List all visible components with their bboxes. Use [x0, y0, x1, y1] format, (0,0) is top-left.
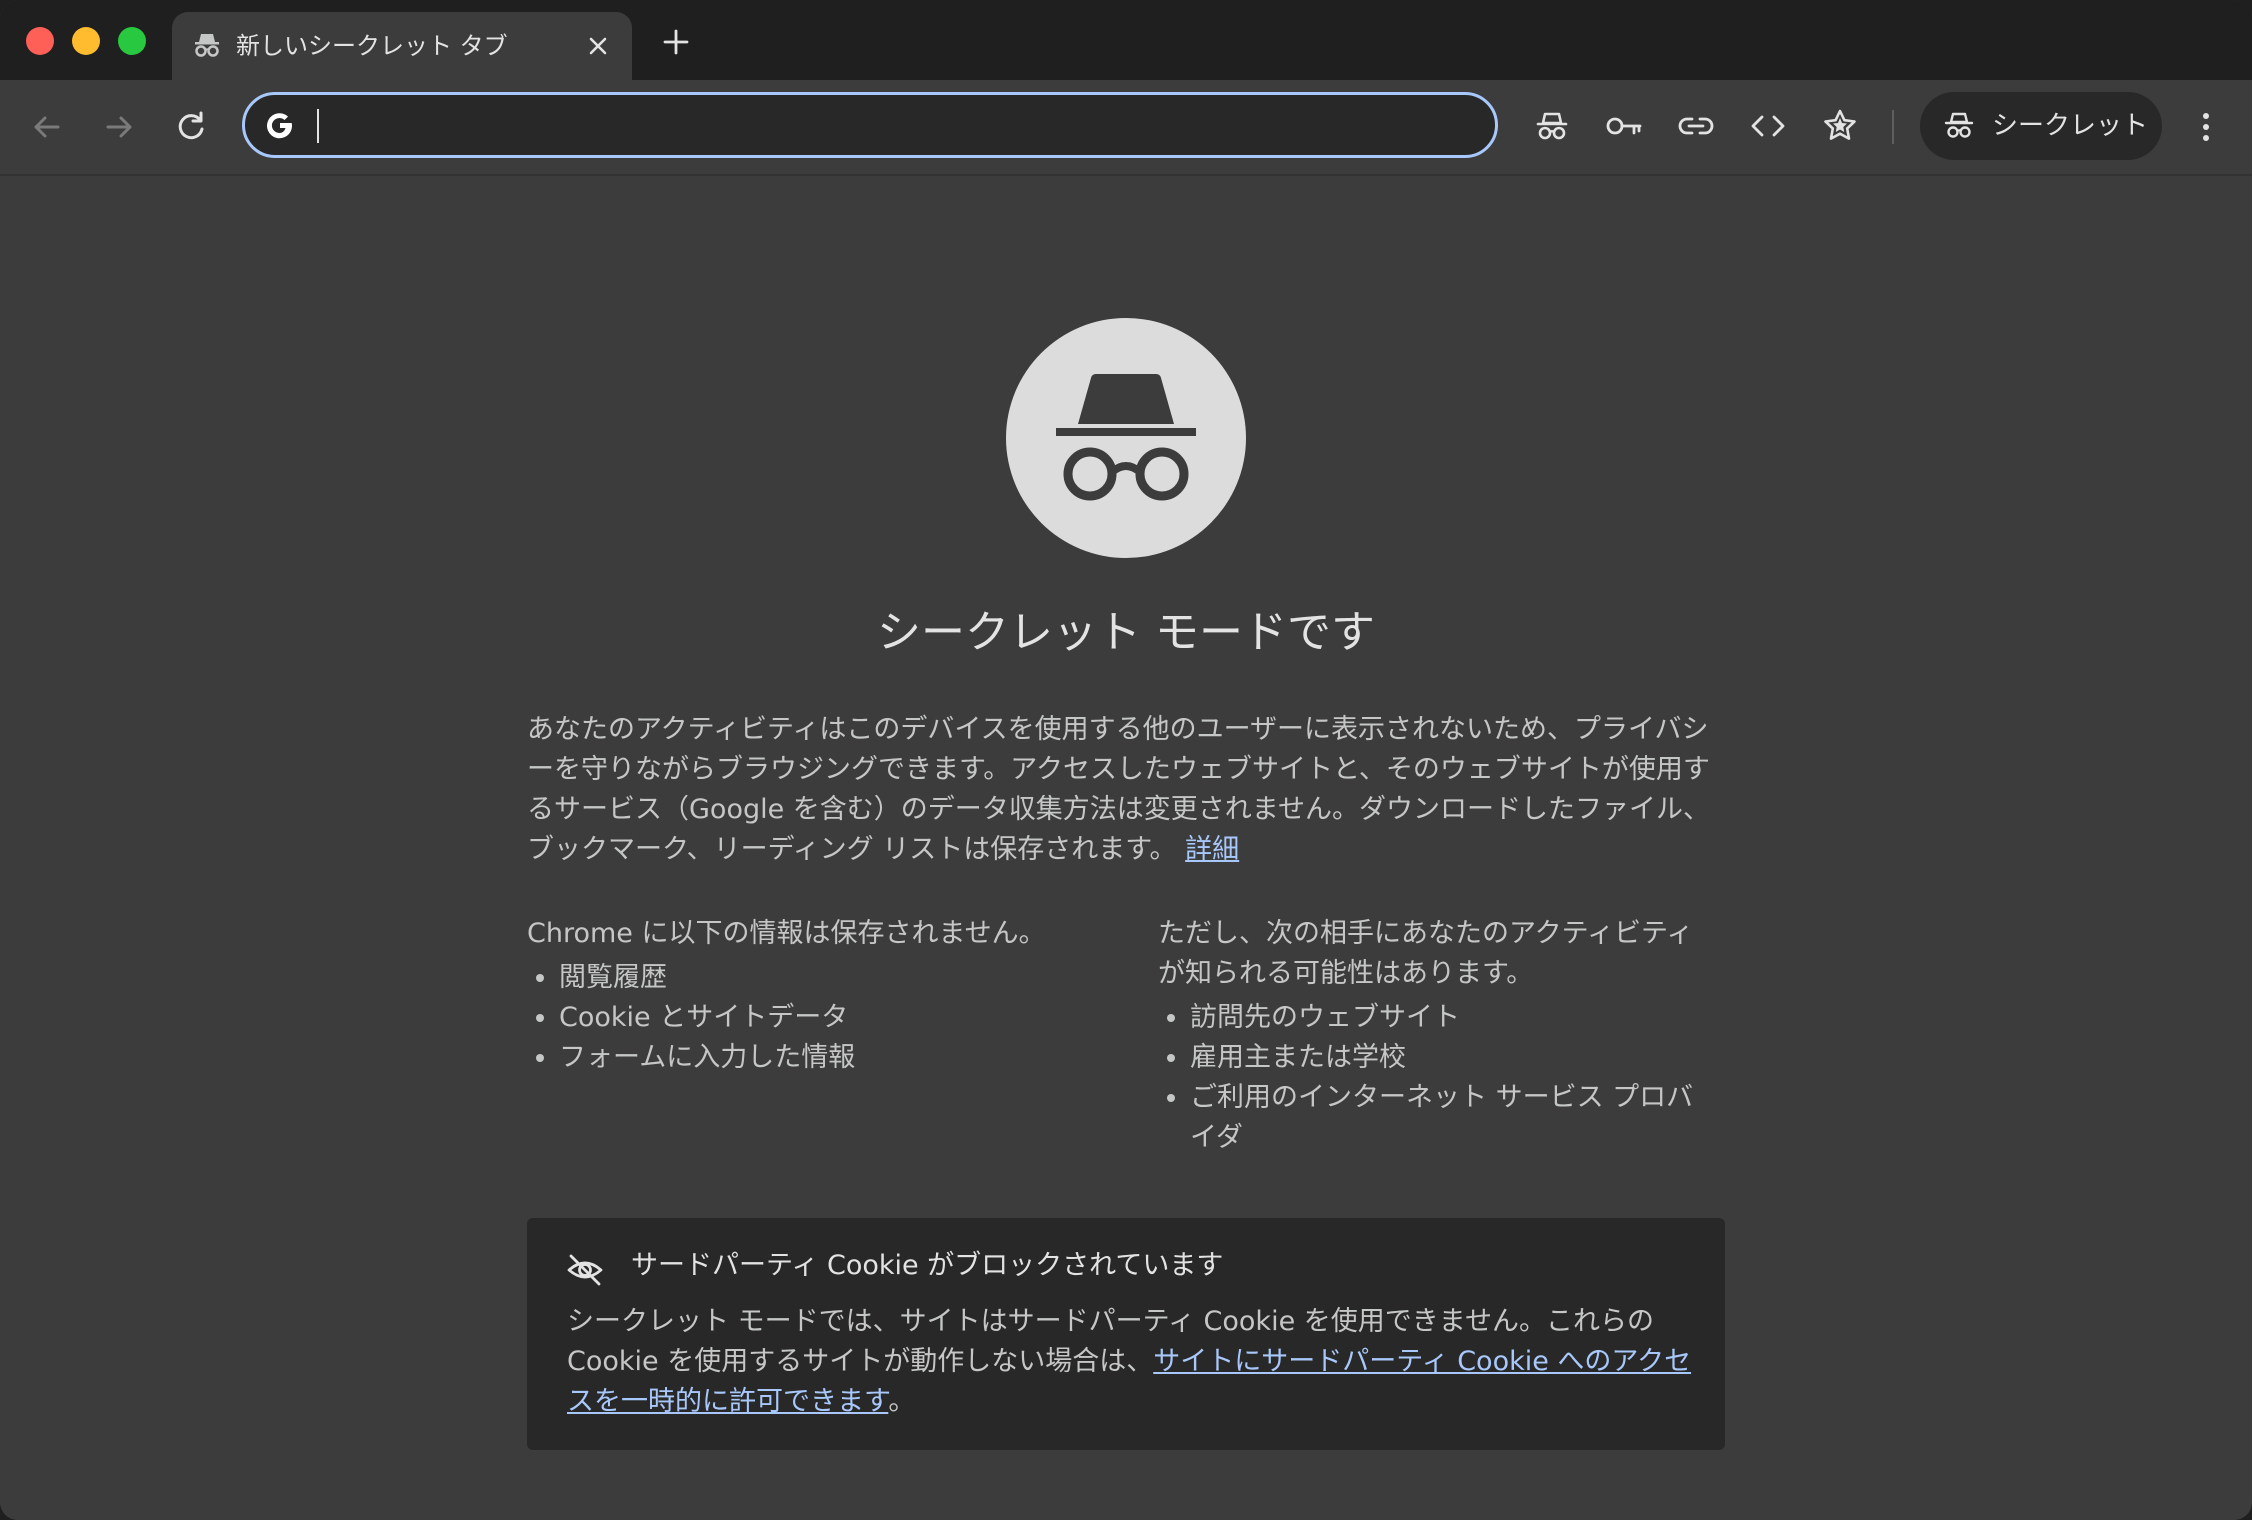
link-icon[interactable]	[1674, 104, 1718, 148]
list-item: 訪問先のウェブサイト	[1190, 998, 1718, 1038]
cookie-notice-suffix: 。	[888, 1386, 916, 1417]
incognito-icon	[1056, 374, 1196, 501]
cookie-notice-title: サードパーティ Cookie がブロックされています	[631, 1250, 1224, 1281]
list-item: フォームに入力した情報	[559, 1038, 1107, 1078]
not-saved-column: Chrome に以下の情報は保存されません。 閲覧履歴 Cookie とサイトデ…	[527, 914, 1107, 1078]
new-tab-icon[interactable]	[656, 22, 696, 62]
close-icon[interactable]	[582, 30, 614, 62]
more-vert-icon[interactable]	[2188, 104, 2224, 150]
list-item: ご利用のインターネット サービス プロバイダ	[1190, 1078, 1718, 1158]
new-tab-page: シークレット モードです あなたのアクティビティはこのデバイスを使用する他のユー…	[0, 176, 2252, 1520]
reload-icon[interactable]	[168, 104, 214, 150]
list-item: 雇用主または学校	[1190, 1038, 1718, 1078]
forward-arrow-icon[interactable]	[96, 104, 142, 150]
not-saved-title: Chrome に以下の情報は保存されません。	[527, 918, 1046, 949]
bookmark-star-icon[interactable]	[1818, 104, 1862, 148]
back-arrow-icon[interactable]	[24, 104, 70, 150]
tab-strip: 新しいシークレット タブ	[0, 0, 2252, 80]
incognito-hero	[1006, 318, 1246, 558]
incognito-icon[interactable]	[1530, 104, 1574, 148]
page-title: シークレット モードです	[877, 607, 1375, 658]
intro-text: あなたのアクティビティはこのデバイスを使用する他のユーザーに表示されないため、プ…	[527, 714, 1710, 865]
tab-title: 新しいシークレット タブ	[236, 32, 508, 60]
google-icon	[267, 113, 292, 139]
toolbar: シークレット	[0, 80, 2252, 176]
cookie-notice-body: シークレット モードでは、サイトはサードパーティ Cookie を使用できません…	[567, 1302, 1697, 1422]
visible-to-list: 訪問先のウェブサイト 雇用主または学校 ご利用のインターネット サービス プロバ…	[1158, 998, 1718, 1158]
list-item: 閲覧履歴	[559, 958, 1107, 998]
cookie-notice: サードパーティ Cookie がブロックされています シークレット モードでは、…	[527, 1218, 1725, 1450]
key-icon[interactable]	[1602, 104, 1646, 148]
incognito-icon	[1944, 112, 1974, 138]
incognito-icon	[195, 34, 219, 57]
intro-paragraph: あなたのアクティビティはこのデバイスを使用する他のユーザーに表示されないため、プ…	[527, 710, 1725, 870]
address-bar[interactable]	[242, 92, 1498, 158]
eye-off-icon	[567, 1254, 603, 1286]
text-cursor	[317, 109, 319, 143]
learn-more-link[interactable]: 詳細	[1185, 834, 1239, 865]
zoom-window-button[interactable]	[118, 27, 146, 55]
visible-to-title: ただし、次の相手にあなたのアクティビティが知られる可能性はあります。	[1158, 918, 1694, 989]
tab-incognito[interactable]: 新しいシークレット タブ	[172, 12, 632, 80]
toolbar-separator	[1892, 110, 1894, 144]
code-icon[interactable]	[1746, 104, 1790, 148]
close-window-button[interactable]	[26, 27, 54, 55]
incognito-profile-label: シークレット	[1992, 111, 2149, 141]
browser-window: 新しいシークレット タブ シークレット シークレット モードです あなたのアクテ…	[0, 0, 2252, 1520]
incognito-profile-button[interactable]: シークレット	[1920, 92, 2162, 160]
visible-to-column: ただし、次の相手にあなたのアクティビティが知られる可能性はあります。 訪問先のウ…	[1158, 914, 1718, 1158]
minimize-window-button[interactable]	[72, 27, 100, 55]
not-saved-list: 閲覧履歴 Cookie とサイトデータ フォームに入力した情報	[527, 958, 1107, 1078]
list-item: Cookie とサイトデータ	[559, 998, 1107, 1038]
